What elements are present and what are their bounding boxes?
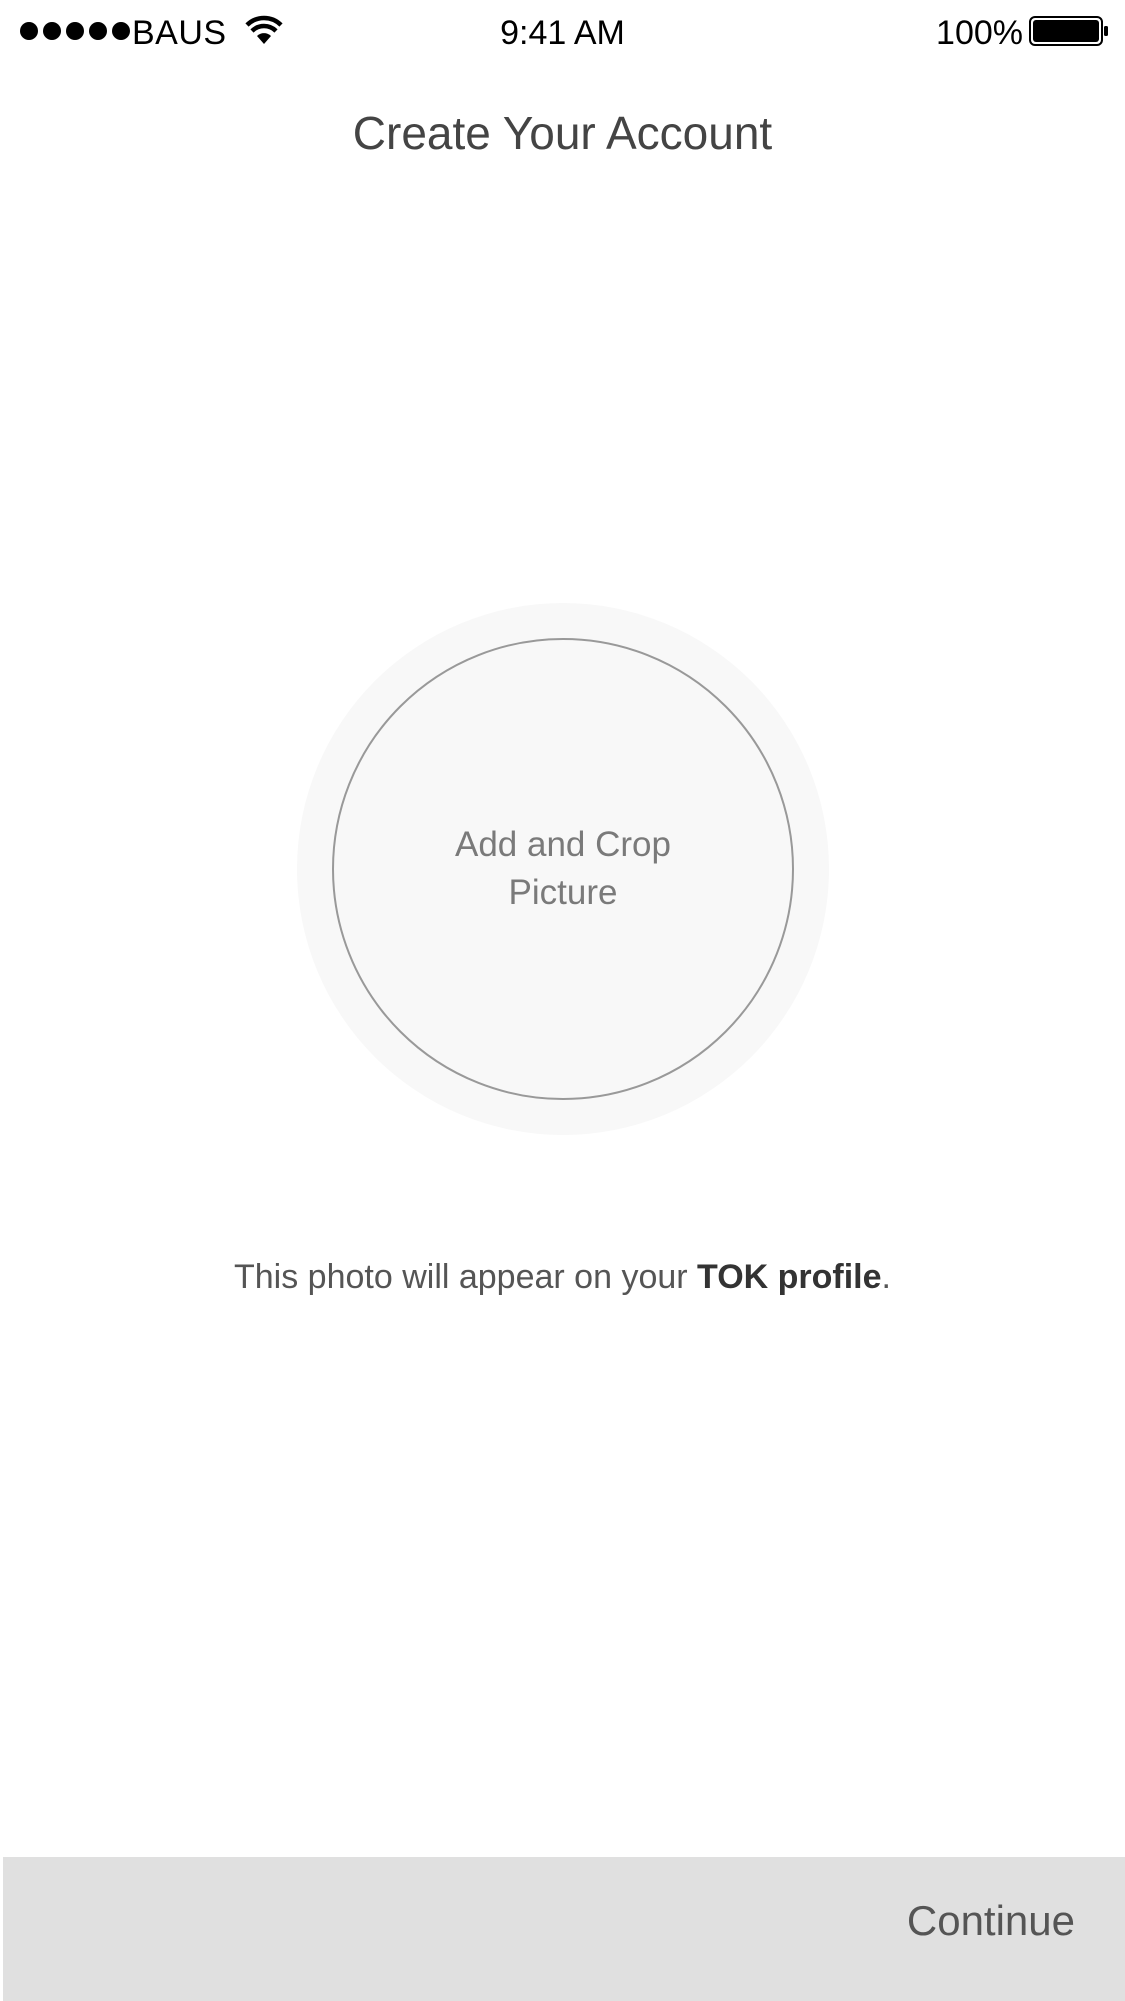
page-title: Create Your Account [352, 107, 773, 159]
status-bar: BAUS 9:41 AM 100% [0, 0, 1125, 66]
helper-text: This photo will appear on your TOK profi… [0, 1258, 1125, 1297]
battery-icon [1029, 16, 1108, 46]
helper-text-prefix: This photo will appear on your [234, 1258, 698, 1296]
helper-text-suffix: . [881, 1258, 891, 1296]
bottom-bar: Continue [3, 1857, 1125, 2001]
avatar-picker-halo: Add and Crop Picture [297, 603, 829, 1135]
helper-text-brand: TOK profile [697, 1258, 882, 1296]
add-picture-label: Add and Crop Picture [455, 825, 671, 912]
battery-percentage: 100% [936, 14, 1023, 52]
add-picture-button[interactable]: Add and Crop Picture [332, 638, 794, 1100]
continue-button[interactable]: Continue [907, 1897, 1075, 1945]
